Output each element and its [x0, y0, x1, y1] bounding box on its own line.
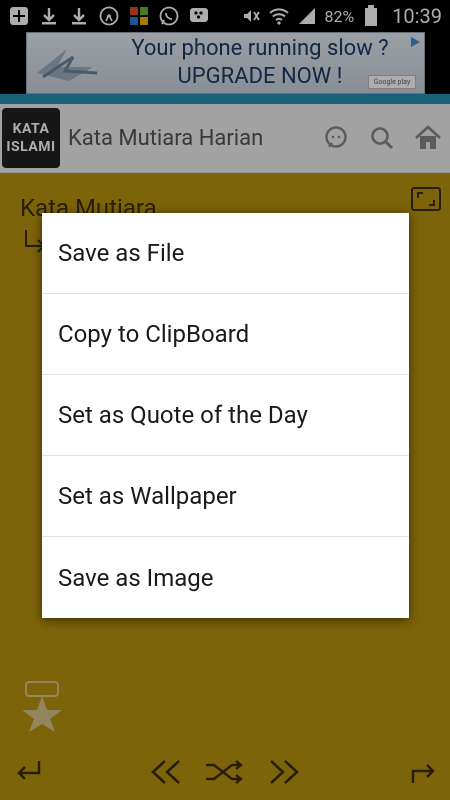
menu-item-save-as-file[interactable]: Save as File	[42, 213, 409, 294]
menu-item-label: Set as Wallpaper	[58, 482, 237, 510]
menu-item-set-quote-of-day[interactable]: Set as Quote of the Day	[42, 375, 409, 456]
menu-item-save-as-image[interactable]: Save as Image	[42, 537, 409, 618]
menu-item-label: Save as File	[58, 239, 185, 267]
menu-item-label: Set as Quote of the Day	[58, 401, 308, 429]
options-dialog: Save as File Copy to ClipBoard Set as Qu…	[42, 213, 409, 618]
menu-item-copy-to-clipboard[interactable]: Copy to ClipBoard	[42, 294, 409, 375]
menu-item-set-wallpaper[interactable]: Set as Wallpaper	[42, 456, 409, 537]
menu-item-label: Save as Image	[58, 563, 214, 592]
menu-item-label: Copy to ClipBoard	[58, 320, 250, 348]
